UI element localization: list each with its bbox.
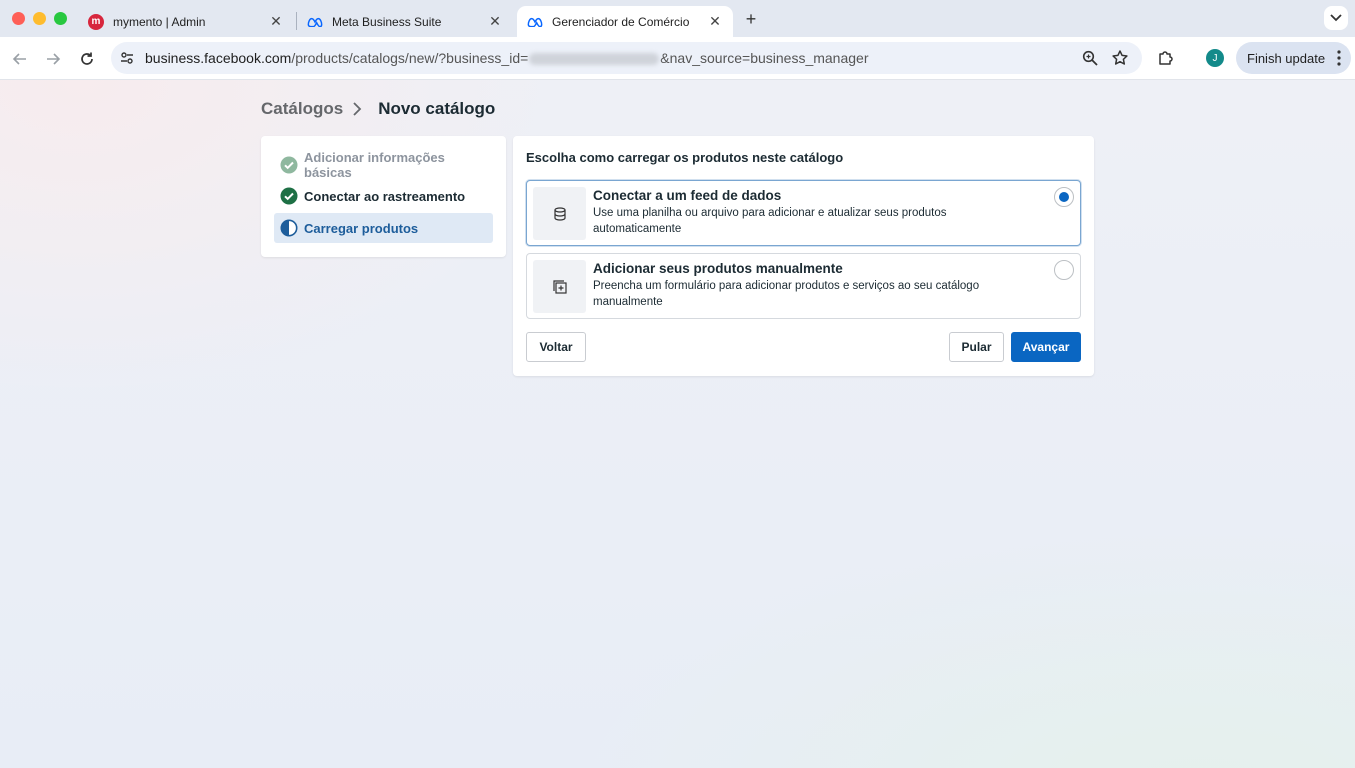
maximize-window-button[interactable] bbox=[54, 12, 67, 25]
arrow-right-icon bbox=[47, 53, 61, 65]
breadcrumb-catalogs-link[interactable]: Catálogos bbox=[261, 99, 343, 119]
url-text: business.facebook.com/products/catalogs/… bbox=[145, 50, 869, 66]
close-tab-icon[interactable]: ✕ bbox=[268, 13, 284, 30]
forward-button[interactable] bbox=[41, 47, 65, 71]
step-label: Conectar ao rastreamento bbox=[304, 188, 466, 204]
card-heading: Escolha como carregar os produtos neste … bbox=[526, 150, 844, 165]
close-tab-icon[interactable]: ✕ bbox=[707, 13, 723, 30]
page-title: Novo catálogo bbox=[378, 99, 496, 118]
step-label: Carregar produtos bbox=[304, 220, 419, 236]
check-circle-icon bbox=[280, 187, 298, 205]
radio-manual[interactable] bbox=[1054, 260, 1074, 280]
check-circle-icon bbox=[280, 156, 298, 174]
option-description: Use uma planilha ou arquivo para adicion… bbox=[593, 207, 947, 235]
steps-panel: Adicionar informações básicas Conectar a… bbox=[261, 136, 506, 257]
more-vertical-icon bbox=[1337, 50, 1341, 66]
bookmark-star-icon[interactable] bbox=[1111, 49, 1129, 67]
back-button[interactable] bbox=[8, 47, 32, 71]
page-content: Catálogos Novo catálogo Adicionar inform… bbox=[0, 80, 1355, 768]
browser-titlebar: m mymento | Admin ✕ Meta Business Suite … bbox=[0, 0, 1355, 37]
redacted-business-id bbox=[529, 53, 660, 66]
breadcrumb: Catálogos Novo catálogo bbox=[261, 99, 495, 119]
new-tab-button[interactable]: + bbox=[741, 9, 761, 29]
tab-title: Gerenciador de Comércio bbox=[552, 14, 690, 29]
step-connect-tracking[interactable]: Conectar ao rastreamento bbox=[274, 181, 493, 211]
back-button[interactable]: Voltar bbox=[526, 332, 586, 362]
option-title: Conectar a um feed de dados bbox=[593, 188, 782, 203]
finish-update-label: Finish update bbox=[1247, 50, 1326, 66]
skip-button[interactable]: Pular bbox=[949, 332, 1004, 362]
zoom-icon[interactable] bbox=[1081, 49, 1099, 67]
arrow-left-icon bbox=[12, 53, 26, 65]
tab-gerenciador-de-comercio[interactable]: Gerenciador de Comércio ✕ bbox=[517, 6, 733, 37]
site-settings-icon[interactable] bbox=[119, 50, 135, 66]
radio-data-feed[interactable] bbox=[1054, 187, 1074, 207]
option-manual[interactable]: Adicionar seus produtos manualmente Pree… bbox=[526, 253, 1081, 319]
step-label: Adicionar informações básicas bbox=[304, 150, 445, 180]
meta-logo-icon bbox=[307, 14, 323, 30]
step-basic-info[interactable]: Adicionar informações básicas bbox=[274, 150, 493, 180]
minimize-window-button[interactable] bbox=[33, 12, 46, 25]
mymento-favicon-icon: m bbox=[88, 13, 104, 30]
database-icon bbox=[533, 187, 586, 240]
reload-icon bbox=[81, 52, 93, 65]
add-item-icon bbox=[533, 260, 586, 313]
browser-toolbar: business.facebook.com/products/catalogs/… bbox=[0, 37, 1355, 80]
finish-update-button[interactable]: Finish update bbox=[1236, 42, 1351, 74]
option-title: Adicionar seus produtos manualmente bbox=[593, 261, 843, 276]
close-tab-icon[interactable]: ✕ bbox=[487, 13, 503, 30]
url-path-prefix: /products/catalogs/new/?business_id= bbox=[291, 50, 529, 66]
upload-method-card: Escolha como carregar os produtos neste … bbox=[513, 136, 1094, 376]
half-circle-progress-icon bbox=[280, 219, 298, 237]
address-bar[interactable]: business.facebook.com/products/catalogs/… bbox=[111, 42, 1142, 74]
tab-meta-business-suite[interactable]: Meta Business Suite ✕ bbox=[297, 6, 513, 37]
chevron-right-icon bbox=[352, 102, 366, 116]
url-path-suffix: &nav_source=business_manager bbox=[660, 50, 869, 66]
meta-logo-icon bbox=[527, 14, 543, 30]
option-data-feed[interactable]: Conectar a um feed de dados Use uma plan… bbox=[526, 180, 1081, 246]
reload-button[interactable] bbox=[75, 47, 99, 71]
chevron-down-icon bbox=[1330, 14, 1342, 22]
tab-search-button[interactable] bbox=[1324, 6, 1348, 30]
step-upload-products[interactable]: Carregar produtos bbox=[274, 213, 493, 243]
close-window-button[interactable] bbox=[12, 12, 25, 25]
tab-mymento[interactable]: m mymento | Admin ✕ bbox=[78, 6, 294, 37]
tab-title: mymento | Admin bbox=[113, 14, 206, 29]
next-button[interactable]: Avançar bbox=[1011, 332, 1081, 362]
url-host: business.facebook.com bbox=[145, 50, 292, 66]
tab-title: Meta Business Suite bbox=[332, 14, 442, 29]
profile-avatar[interactable]: J bbox=[1206, 49, 1224, 67]
option-description: Preencha um formulário para adicionar pr… bbox=[593, 280, 980, 308]
extensions-puzzle-icon[interactable] bbox=[1156, 48, 1176, 68]
